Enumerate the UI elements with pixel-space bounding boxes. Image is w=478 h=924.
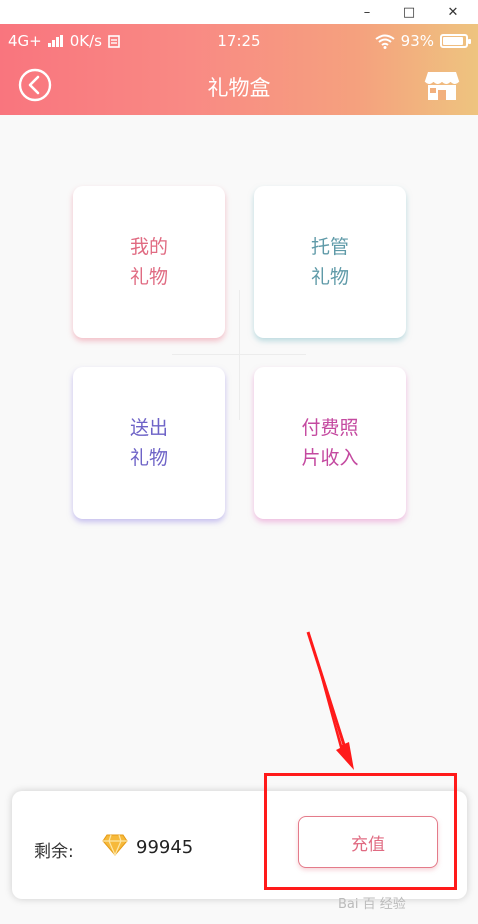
tile-label-line1: 付费照 [301, 417, 359, 439]
highlight-box [264, 773, 457, 890]
store-icon[interactable] [424, 68, 460, 102]
tile-label-line1: 我的 [129, 236, 168, 258]
watermark: Bai 百 经验 [338, 897, 406, 912]
balance-label: 剩余: [34, 842, 74, 862]
tile-label-line2: 礼物 [129, 266, 168, 288]
tile-paid-photo-income[interactable]: 付费照 片收入 [254, 367, 406, 519]
tile-label-line2: 礼物 [310, 266, 349, 288]
status-bar: 4G+ 0K/s 17:25 93% [0, 24, 478, 58]
balance-value: 99945 [136, 837, 194, 858]
app-header: 4G+ 0K/s 17:25 93% 礼物盒 [0, 24, 478, 115]
wifi-icon [375, 34, 395, 49]
maximize-button[interactable]: □ [392, 0, 426, 24]
close-button[interactable]: ✕ [436, 0, 470, 24]
tile-sent-gifts[interactable]: 送出 礼物 [73, 367, 225, 519]
tile-label-line2: 片收入 [301, 447, 359, 469]
tile-my-gifts[interactable]: 我的 礼物 [73, 186, 225, 338]
battery-fill [443, 37, 464, 45]
window-title-bar: – □ ✕ [0, 0, 478, 24]
tile-hosted-gifts[interactable]: 托管 礼物 [254, 186, 406, 338]
page-title: 礼物盒 [207, 76, 271, 100]
tile-label-line2: 礼物 [129, 447, 168, 469]
battery-percent: 93% [400, 32, 434, 50]
tile-label-line1: 托管 [310, 236, 349, 258]
minimize-button[interactable]: – [350, 0, 384, 24]
tile-label-line1: 送出 [129, 417, 168, 439]
battery-icon [440, 34, 471, 48]
nav-bar: 礼物盒 [0, 58, 478, 115]
diamond-icon [102, 834, 128, 856]
grid-divider-vertical [239, 290, 240, 420]
